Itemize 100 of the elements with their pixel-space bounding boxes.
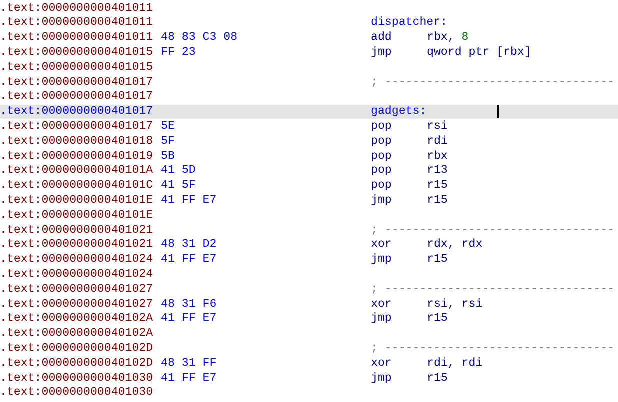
- mnemonic: jmp: [371, 372, 393, 384]
- separator-comment: ; ---------------------------------: [371, 224, 615, 236]
- listing-row[interactable]: .text:000000000040101E: [0, 208, 618, 223]
- mnemonic: pop: [371, 136, 393, 148]
- code-label: dispatcher:: [371, 17, 448, 29]
- operand: r15: [427, 194, 448, 207]
- opcode-bytes: 41 5D: [161, 165, 197, 177]
- listing-row[interactable]: .text:0000000000401021 48 31 D2 xor rdx, rdx: [0, 238, 618, 253]
- address: .text:000000000040101E: [0, 194, 154, 207]
- address: .text:000000000040102D: [0, 358, 154, 370]
- address: .text:0000000000401019: [0, 150, 154, 162]
- listing-row[interactable]: .text:0000000000401015 FF 23 jmp qword ptr [rbx]: [0, 45, 618, 60]
- address: .text:0000000000401030: [0, 387, 154, 399]
- address: .text:0000000000401024: [0, 254, 154, 266]
- mnemonic: jmp: [371, 313, 393, 325]
- address: .text:0000000000401011: [0, 2, 154, 14]
- listing-row[interactable]: .text:000000000040102D ; ---------------------------------: [0, 341, 618, 356]
- address: .text:000000000040102A: [0, 328, 154, 340]
- separator-comment: ; ---------------------------------: [371, 76, 615, 88]
- listing-row[interactable]: .text:000000000040102A: [0, 326, 618, 342]
- operand: qword ptr [rbx]: [427, 46, 532, 59]
- mnemonic: pop: [371, 150, 393, 162]
- address: .text:000000000040101E: [0, 210, 154, 222]
- address: .text:0000000000401021: [0, 224, 154, 236]
- separator-comment: ; ---------------------------------: [371, 342, 615, 355]
- listing-row[interactable]: .text:000000000040101A 41 5D pop r13: [0, 164, 618, 179]
- address: .text:0000000000401030: [0, 372, 154, 384]
- address: .text:000000000040102D: [0, 342, 154, 355]
- address: .text:0000000000401018: [0, 136, 154, 148]
- mnemonic: xor: [371, 298, 393, 310]
- address: .text:0000000000401017: [0, 76, 154, 88]
- address: .text:0000000000401011: [0, 17, 154, 29]
- listing-row[interactable]: .text:000000000040102D 48 31 FF xor rdi, rdi: [0, 356, 618, 371]
- operand: r15: [427, 313, 448, 325]
- opcode-bytes: 41 5F: [161, 180, 197, 192]
- mnemonic: jmp: [371, 254, 393, 266]
- listing-row[interactable]: .text:0000000000401017 gadgets:: [0, 104, 618, 120]
- operand: rdi, rdi: [427, 358, 483, 370]
- operand: r15: [427, 180, 448, 192]
- opcode-bytes: 48 31 F6: [161, 298, 218, 310]
- mnemonic: pop: [371, 180, 393, 192]
- operand: r13: [427, 165, 448, 177]
- listing-row[interactable]: .text:000000000040102A 41 FF E7 jmp r15: [0, 312, 618, 327]
- address: .text:0000000000401017: [0, 106, 154, 118]
- listing-row[interactable]: .text:0000000000401024: [0, 267, 618, 282]
- address: .text:0000000000401027: [0, 284, 154, 296]
- text-cursor-icon: [496, 105, 499, 118]
- address: .text:0000000000401027: [0, 298, 154, 310]
- listing-row[interactable]: .text:0000000000401024 41 FF E7 jmp r15: [0, 252, 618, 268]
- opcode-bytes: 41 FF E7: [161, 372, 218, 384]
- opcode-bytes: 5F: [161, 136, 176, 148]
- listing-row[interactable]: .text:0000000000401030 41 FF E7 jmp r15: [0, 370, 618, 386]
- mnemonic: xor: [371, 358, 393, 370]
- address: .text:000000000040101C: [0, 180, 154, 192]
- mnemonic: jmp: [371, 194, 393, 207]
- opcode-bytes: 48 31 D2: [161, 239, 218, 251]
- listing-row[interactable]: .text:0000000000401018 5F pop rdi: [0, 134, 618, 149]
- listing-row[interactable]: .text:0000000000401011 48 83 C3 08 add rbx, 8: [0, 30, 618, 46]
- listing-row[interactable]: .text:000000000040101C 41 5F pop r15: [0, 178, 618, 194]
- opcode-bytes: 41 FF E7: [161, 194, 218, 207]
- operand: rsi: [427, 120, 448, 133]
- operand: rsi, rsi: [427, 298, 483, 310]
- address: .text:0000000000401017: [0, 120, 154, 133]
- mnemonic: pop: [371, 120, 393, 133]
- mnemonic: jmp: [371, 46, 393, 59]
- opcode-bytes: 41 FF E7: [161, 254, 218, 266]
- address: .text:0000000000401017: [0, 91, 154, 103]
- listing-row[interactable]: .text:0000000000401015: [0, 60, 618, 75]
- address: .text:0000000000401015: [0, 62, 154, 74]
- listing-row[interactable]: .text:0000000000401021 ; ---------------------------------: [0, 222, 618, 238]
- address: .text:0000000000401015: [0, 46, 154, 59]
- listing-row[interactable]: .text:000000000040101E 41 FF E7 jmp r15: [0, 193, 618, 208]
- address: .text:000000000040102A: [0, 313, 154, 325]
- operand: rdi: [427, 136, 448, 148]
- address: .text:0000000000401011: [0, 32, 154, 44]
- listing-row[interactable]: .text:0000000000401027 ; ---------------------------------: [0, 282, 618, 297]
- listing-row[interactable]: .text:0000000000401027 48 31 F6 xor rsi, rsi: [0, 296, 618, 312]
- operand: rbx: [427, 150, 448, 162]
- listing-row[interactable]: .text:0000000000401011: [0, 1, 618, 16]
- opcode-bytes: 41 FF E7: [161, 313, 218, 325]
- opcode-bytes: 5B: [161, 150, 176, 162]
- operand: r15: [427, 254, 448, 266]
- address: .text:000000000040101A: [0, 165, 154, 177]
- listing-row[interactable]: .text:0000000000401019 5B pop rbx: [0, 148, 618, 164]
- opcode-bytes: FF 23: [161, 46, 197, 59]
- listing-row[interactable]: .text:0000000000401011 dispatcher:: [0, 16, 618, 31]
- listing-row[interactable]: .text:0000000000401030: [0, 386, 618, 401]
- mnemonic: xor: [371, 239, 393, 251]
- operand: rbx,: [427, 32, 456, 44]
- listing-row[interactable]: .text:0000000000401017 5E pop rsi: [0, 119, 618, 134]
- number-operand: 8: [462, 32, 469, 44]
- address: .text:0000000000401024: [0, 268, 154, 281]
- separator-comment: ; ---------------------------------: [371, 284, 615, 296]
- opcode-bytes: 48 83 C3 08: [161, 32, 239, 44]
- listing-row[interactable]: .text:0000000000401017: [0, 90, 618, 105]
- listing-row[interactable]: .text:0000000000401017 ; ---------------------------------: [0, 74, 618, 90]
- address: .text:0000000000401021: [0, 239, 154, 251]
- operand: rdx, rdx: [427, 239, 483, 251]
- mnemonic: add: [371, 32, 393, 44]
- mnemonic: pop: [371, 165, 393, 177]
